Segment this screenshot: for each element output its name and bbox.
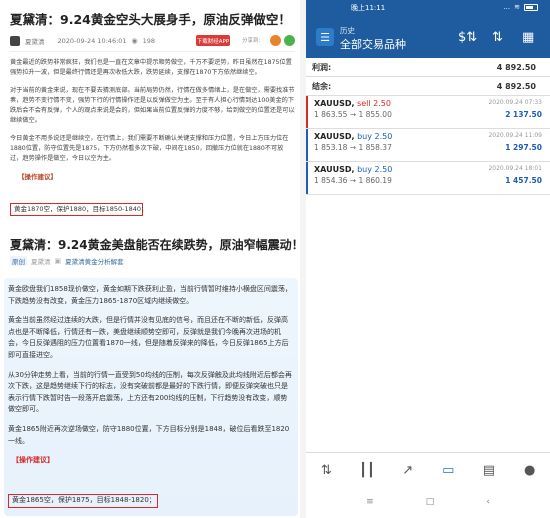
order-symbol: XAUUSD, xyxy=(314,99,355,108)
article1-paragraph: 黄金最近的跌势非常疯狂，我们也是一直在文章中提示顺势做空，千万不要逆势，昨日虽然… xyxy=(10,59,292,77)
order-accent-bar xyxy=(306,96,308,128)
article2-meta: 原创 夏黛清 ▣ 夏黛清黄金分析解套 xyxy=(10,256,295,266)
order-side: buy 2.50 xyxy=(357,132,393,141)
article2-column[interactable]: 夏黛清黄金分析解套 xyxy=(65,256,124,266)
article1-paragraph: 今日黄金不用多说还是继续空，在行情上，我们需要不断确认关键支撑和压力位置，今日上… xyxy=(10,134,289,163)
article1-body: 黄金最近的跌势非常疯狂，我们也是一直在文章中提示顺势做空，千万不要逆势，昨日虽然… xyxy=(10,58,295,182)
calendar-icon[interactable]: ▦ xyxy=(522,30,534,45)
app-header: ☰ 历史 全部交易品种 $⇅ ⇅ ▦ xyxy=(306,16,550,58)
status-time: 晚上11:11 xyxy=(351,4,386,12)
profit-label: 利润: xyxy=(312,62,332,72)
order-profit: 1 297.50 xyxy=(505,143,542,152)
order-time: 2020.09.24 18:01 xyxy=(488,165,542,172)
order-profit: 1 457.50 xyxy=(505,176,542,185)
summary-balance-row: 结余: 4 892.50 xyxy=(312,77,544,95)
original-tag: 原创 xyxy=(10,256,27,266)
article2-op-advice: 黄金1865空，保护1875，目标1848-1820； xyxy=(8,494,158,508)
order-prices: 1 854.36 → 1 860.19 xyxy=(314,176,392,185)
weibo-share-icon[interactable] xyxy=(270,35,281,46)
article1-op-advice: 黄金1870空，保护1880，目标1850-1840； xyxy=(10,203,148,216)
trend-icon[interactable]: ↗ xyxy=(395,457,421,483)
order-row[interactable]: XAUUSD, buy 2.50 1 853.18 → 1 858.37 202… xyxy=(306,129,550,161)
article1-datetime: 2020-09-24 10:46:01 xyxy=(57,37,127,45)
order-row[interactable]: XAUUSD, buy 2.50 1 854.36 → 1 860.19 202… xyxy=(306,162,550,194)
article1-paragraph: 对于当前的黄金来说，现在不要去猜测底部。当前局势仍然，行情在做多情绪上，是在做空… xyxy=(10,86,295,125)
order-symbol: XAUUSD, xyxy=(314,132,355,141)
header-title[interactable]: 全部交易品种 xyxy=(340,36,406,52)
wechat-share-icon[interactable] xyxy=(284,35,295,46)
article2-title: 夏黛清：9.24黄金美盘能否在续跌势，原油窄幅震动！ xyxy=(10,238,300,252)
back-key-icon[interactable]: ‹ xyxy=(486,497,490,507)
bottom-nav: ⇅ ┃┃ ↗ ▭ ▤ ● xyxy=(306,454,550,486)
article2-paragraph: 黄金欧盘我们1858现价做空，黄金如期下跌获利止盈，当前行情暂时维持小横盘区间震… xyxy=(8,285,292,305)
article2-paragraph: 黄金当前虽然经过连续的大跌，但是行情并没有见底的信号，而且还在不断的新低，反弹高… xyxy=(8,316,289,359)
order-profit: 2 137.50 xyxy=(505,110,542,119)
status-bar: 晚上11:11 ... ≋ xyxy=(306,0,550,16)
wifi-icon: ≋ xyxy=(514,3,520,11)
article2-body: 黄金欧盘我们1858现价做空，黄金如期下跌获利止盈，当前行情暂时维持小横盘区间震… xyxy=(8,284,294,467)
summary-profit-row: 利润: 4 892.50 xyxy=(312,58,544,76)
order-accent-bar xyxy=(306,162,308,194)
order-side: buy 2.50 xyxy=(357,165,393,174)
order-side: sell 2.50 xyxy=(357,99,391,108)
share-label: 分享到: xyxy=(242,38,261,44)
app-logo-icon[interactable]: ☰ xyxy=(316,28,334,46)
article1-op-header: 【操作建议】 xyxy=(18,172,57,181)
article1-title: 夏黛清：9.24黄金空头大展身手，原油反弹做空！ xyxy=(10,12,291,27)
battery-icon xyxy=(524,3,538,11)
article1-views: 198 xyxy=(142,37,156,45)
article1-meta: 夏黛清 2020-09-24 10:46:01 ◉ 198 下载财经APP 分享… xyxy=(10,33,295,49)
order-time: 2020.09.24 11:09 xyxy=(488,132,542,139)
article2-paragraph: 黄金1865附近再次逆场做空，防守1880位置，下方目标分别是1848，破位后看… xyxy=(8,424,290,445)
order-accent-bar xyxy=(306,129,308,161)
article-pane: 夏黛清：9.24黄金空头大展身手，原油反弹做空！ 夏黛清 2020-09-24 … xyxy=(0,0,300,518)
article2-paragraph: 从30分钟走势上看，当前的行情一直受到50均线的压制，每次反弹触及此均线附近后都… xyxy=(8,370,292,414)
menu-key-icon[interactable]: ≡ xyxy=(366,497,374,507)
divider xyxy=(10,51,295,52)
system-nav-bar: ≡ □ ‹ xyxy=(306,492,550,512)
divider xyxy=(306,194,550,195)
network-icon: ... xyxy=(503,3,511,11)
news-icon[interactable]: ▤ xyxy=(476,457,502,483)
inbox-icon[interactable]: ▭ xyxy=(435,457,461,483)
balance-label: 结余: xyxy=(312,81,332,91)
profit-value: 4 892.50 xyxy=(496,62,536,72)
order-prices: 1 863.55 → 1 855.00 xyxy=(314,110,392,119)
header-subtitle: 历史 xyxy=(340,26,355,35)
order-time: 2020.09.24 07:33 xyxy=(488,99,542,106)
chart-candles-icon[interactable]: ┃┃ xyxy=(354,457,380,483)
download-app-button[interactable]: 下载财经APP xyxy=(196,35,230,46)
article2-op-header: 【操作建议】 xyxy=(12,456,54,465)
sort-icon[interactable]: ⇅ xyxy=(492,30,503,45)
column-icon: ▣ xyxy=(54,257,62,265)
quote-icon[interactable]: ⇅ xyxy=(313,457,339,483)
chat-icon[interactable]: ● xyxy=(517,457,543,483)
home-key-icon[interactable]: □ xyxy=(426,497,435,507)
battery-level xyxy=(526,5,534,9)
balance-value: 4 892.50 xyxy=(496,81,536,91)
article2-author[interactable]: 夏黛清 xyxy=(31,256,51,266)
order-prices: 1 853.18 → 1 858.37 xyxy=(314,143,392,152)
order-row[interactable]: XAUUSD, sell 2.50 1 863.55 → 1 855.00 20… xyxy=(306,96,550,128)
article1-author[interactable]: 夏黛清 xyxy=(25,36,45,46)
deposit-icon[interactable]: $⇅ xyxy=(458,30,477,45)
divider xyxy=(306,452,550,453)
status-icons: ... ≋ xyxy=(503,3,538,11)
eye-icon: ◉ xyxy=(131,37,138,45)
author-avatar[interactable] xyxy=(10,36,20,46)
order-symbol: XAUUSD, xyxy=(314,165,355,174)
phone-screen: 晚上11:11 ... ≋ ☰ 历史 全部交易品种 $⇅ ⇅ ▦ 利润: 4 8… xyxy=(306,0,550,518)
